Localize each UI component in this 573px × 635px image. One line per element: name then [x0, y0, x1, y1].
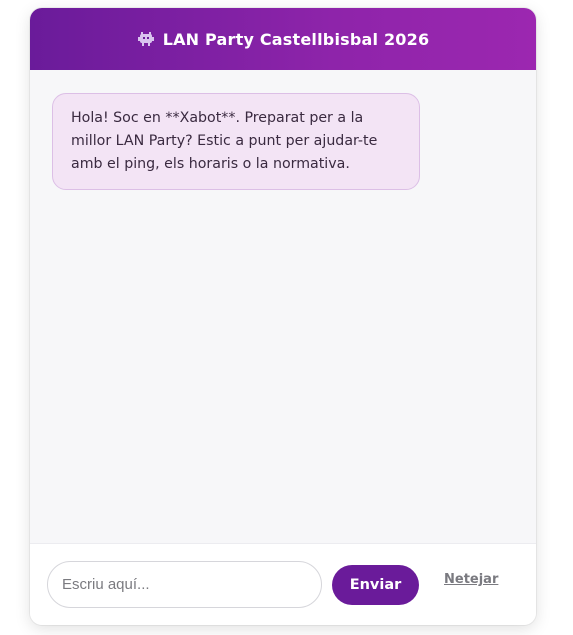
send-button[interactable]: Enviar — [332, 565, 419, 605]
chat-window: LAN Party Castellbisbal 2026 Hola! Soc e… — [30, 8, 536, 625]
message-input[interactable] — [47, 561, 322, 608]
message-list[interactable]: Hola! Soc en **Xabot**. Preparat per a l… — [30, 70, 536, 543]
chat-header: LAN Party Castellbisbal 2026 — [30, 8, 536, 70]
bot-message: Hola! Soc en **Xabot**. Preparat per a l… — [52, 93, 420, 190]
alien-monster-icon — [137, 30, 155, 48]
clear-button[interactable]: Netejar — [440, 572, 502, 587]
chat-composer: Enviar Netejar — [30, 543, 536, 625]
chat-title: LAN Party Castellbisbal 2026 — [162, 29, 430, 49]
